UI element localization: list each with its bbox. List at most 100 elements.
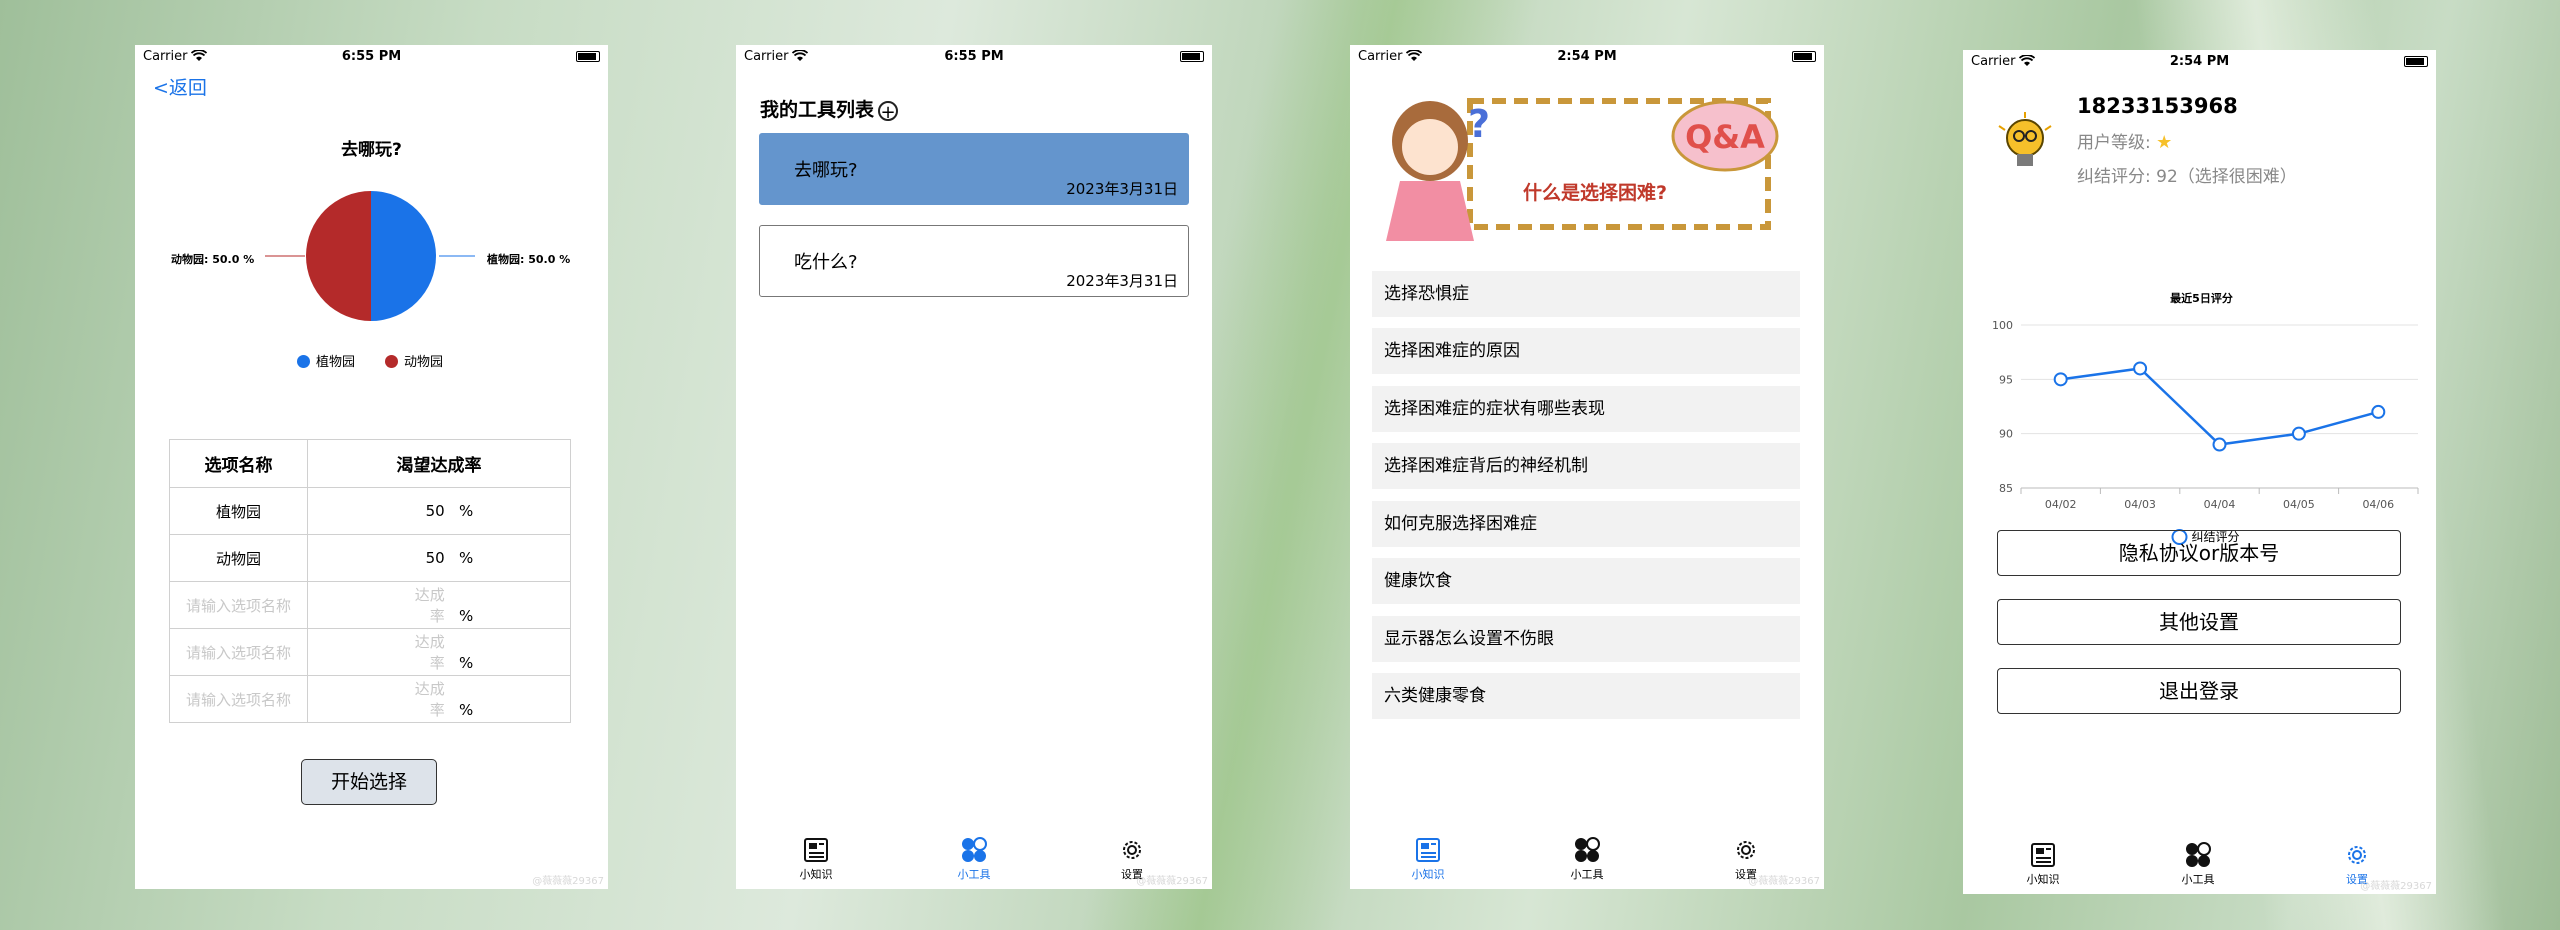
status-bar: Carrier 2:54 PM (1350, 45, 1824, 67)
percent-unit: % (459, 549, 474, 567)
option-name-field[interactable]: 动物园 (169, 534, 308, 582)
percent-unit: % (459, 502, 474, 520)
rate-placeholder: 达成率 (414, 680, 445, 719)
battery-icon (1792, 51, 1816, 62)
phone-screen-wheel: Carrier 6:55 PM <返回 去哪玩? 动物园: 50.0 % 植物园… (135, 45, 608, 889)
table-header-row: 选项名称 渴望达成率 (169, 439, 571, 488)
data-point (2133, 361, 2148, 376)
data-point (2291, 426, 2306, 441)
series-line (2060, 367, 2379, 446)
clock: 6:55 PM (341, 49, 402, 64)
tab-knowledge[interactable]: 小知识 (2003, 842, 2083, 887)
privacy-version-button[interactable]: 隐私协议or版本号 (1997, 530, 2401, 576)
question-mark-illustration: ? (1468, 102, 1490, 146)
tab-knowledge[interactable]: 小知识 (1388, 837, 1468, 882)
tool-date: 2023年3月31日 (1066, 180, 1178, 198)
tool-item[interactable]: 吃什么? 2023年3月31日 (759, 225, 1189, 297)
watermark: @薇薇薇29367 (1136, 876, 1208, 887)
rate-field[interactable]: 50 % (307, 487, 571, 535)
data-point (2053, 372, 2068, 387)
option-name-input[interactable]: 请输入选项名称 (169, 628, 308, 676)
qa-banner: ? Q&A 什么是选择困难? (1386, 98, 1779, 241)
qa-badge-text: Q&A (1685, 118, 1765, 156)
article-item[interactable]: 健康饮食 (1372, 558, 1800, 604)
phone-screen-profile: Carrier 2:54 PM 18233153968 用户等级: ★ 纠结评分… (1963, 50, 2436, 894)
rate-placeholder: 达成率 (414, 633, 445, 672)
x-tick-label: 04/04 (2204, 498, 2236, 511)
rate-field[interactable]: 50 % (307, 534, 571, 582)
y-tick-label: 90 (1999, 428, 2013, 441)
page-title: 我的工具列表 + (760, 95, 899, 122)
pie-slice-plant (371, 191, 437, 321)
status-bar: Carrier 6:55 PM (135, 45, 608, 67)
watermark: @薇薇薇29367 (2360, 881, 2432, 892)
tool-item[interactable]: 去哪玩? 2023年3月31日 (759, 133, 1189, 205)
start-button[interactable]: 开始选择 (301, 759, 437, 805)
user-level: 用户等级: ★ (2077, 132, 2173, 153)
x-tick-label: 04/03 (2124, 498, 2156, 511)
rate-input[interactable]: 达成率 % (307, 581, 571, 629)
y-tick-label: 85 (1999, 482, 2013, 495)
battery-icon (576, 51, 600, 62)
newspaper-icon (1416, 838, 1440, 862)
tool-name: 去哪玩? (794, 160, 858, 181)
tab-tools[interactable]: 小工具 (1547, 837, 1627, 882)
status-bar: Carrier 6:55 PM (736, 45, 1212, 67)
other-settings-button[interactable]: 其他设置 (1997, 599, 2401, 645)
y-tick-label: 100 (1992, 319, 2013, 332)
x-tick-label: 04/02 (2045, 498, 2077, 511)
article-item[interactable]: 选择恐惧症 (1372, 271, 1800, 317)
clock: 2:54 PM (1557, 49, 1617, 64)
chart-title: 最近5日评分 (2170, 291, 2233, 305)
newspaper-icon (804, 838, 828, 862)
banner-text: 什么是选择困难? (1523, 181, 1667, 204)
article-item[interactable]: 选择困难症的症状有哪些表现 (1372, 386, 1800, 432)
tab-knowledge[interactable]: 小知识 (776, 837, 856, 882)
options-table: 选项名称 渴望达成率 植物园 50 % 动物园 50 % 请输入选项名称 达成率… (169, 439, 571, 723)
lightbulb-avatar-icon (1998, 112, 2052, 166)
tool-date: 2023年3月31日 (1066, 272, 1178, 290)
girl-face-illustration (1402, 119, 1458, 175)
clover-icon (962, 837, 987, 862)
table-row: 请输入选项名称 达成率 % (169, 675, 571, 723)
article-item[interactable]: 六类健康零食 (1372, 673, 1800, 719)
percent-unit: % (459, 607, 474, 625)
user-score: 纠结评分: 92（选择很困难） (2077, 167, 2297, 187)
user-phone: 18233153968 (2077, 94, 2238, 118)
article-item[interactable]: 显示器怎么设置不伤眼 (1372, 616, 1800, 662)
table-row: 请输入选项名称 达成率 % (169, 581, 571, 629)
rate-placeholder: 达成率 (414, 586, 445, 625)
phone-screen-tools: Carrier 6:55 PM 我的工具列表 + 去哪玩? 2023年3月31日 … (736, 45, 1212, 889)
article-item[interactable]: 如何克服选择困难症 (1372, 501, 1800, 547)
girl-dress-illustration (1386, 181, 1474, 241)
clock: 2:54 PM (2169, 54, 2230, 69)
article-item[interactable]: 选择困难症的原因 (1372, 328, 1800, 374)
legend-zoo: 动物园 (385, 351, 443, 370)
tab-tools[interactable]: 小工具 (2158, 842, 2238, 887)
option-name-input[interactable]: 请输入选项名称 (169, 675, 308, 723)
data-point (2371, 404, 2386, 419)
tab-tools[interactable]: 小工具 (934, 837, 1014, 882)
pie-label-plant: 植物园: 50.0 % (487, 253, 571, 266)
watermark: @薇薇薇29367 (532, 876, 604, 887)
score-line-chart: 最近5日评分 85 90 95 100 04/02 04/03 04/04 04/05 04/06… (1992, 291, 2419, 545)
back-button[interactable]: <返回 (153, 73, 207, 100)
battery-icon (2404, 56, 2428, 67)
option-name-input[interactable]: 请输入选项名称 (169, 581, 308, 629)
rate-input[interactable]: 达成率 % (307, 675, 571, 723)
chart-title: 去哪玩? (341, 140, 402, 160)
rate-input[interactable]: 达成率 % (307, 628, 571, 676)
header-rate: 渴望达成率 (307, 439, 571, 488)
clover-icon (1575, 837, 1600, 862)
legend-plant: 植物园 (297, 351, 355, 370)
battery-icon (1180, 51, 1204, 62)
percent-unit: % (459, 701, 474, 719)
legend-dot-plant (297, 355, 310, 368)
header-option-name: 选项名称 (169, 439, 308, 488)
add-tool-button[interactable]: + (878, 101, 899, 122)
data-point (2212, 437, 2227, 452)
logout-button[interactable]: 退出登录 (1997, 668, 2401, 714)
x-tick-label: 04/06 (2362, 498, 2394, 511)
article-item[interactable]: 选择困难症背后的神经机制 (1372, 443, 1800, 489)
option-name-field[interactable]: 植物园 (169, 487, 308, 535)
